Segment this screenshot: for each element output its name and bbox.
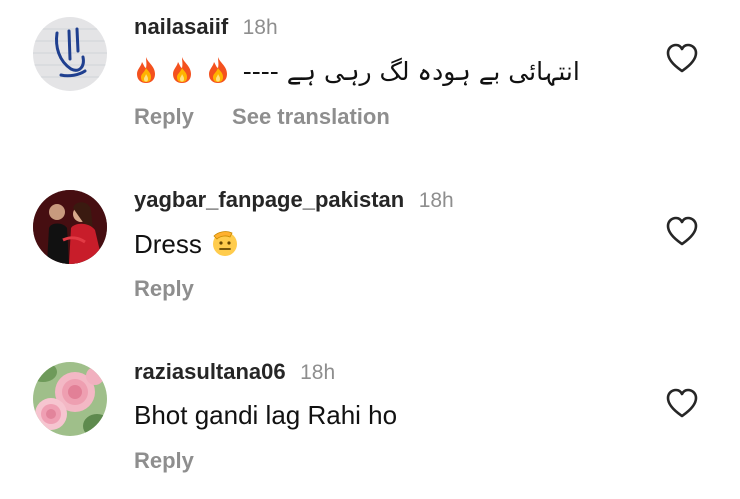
username[interactable]: nailasaiif (134, 14, 228, 39)
comment-actions: Reply See translation (134, 104, 390, 130)
heart-outline-icon[interactable] (665, 215, 699, 247)
comment-text: Bhot gandi lag Rahi ho (134, 400, 397, 431)
comment-header: raziasultana06 18h (134, 359, 335, 385)
flame-emoji-3 (206, 56, 242, 86)
timestamp: 18h (300, 361, 336, 384)
timestamp: 18h (242, 16, 278, 39)
fire-icon (209, 57, 228, 83)
avatar[interactable] (33, 17, 107, 91)
urdu-comment-text: انتہائی بے ہودہ لگ رہی ہے ---- (242, 57, 580, 86)
heart-outline-icon[interactable] (665, 42, 699, 74)
timestamp: 18h (418, 189, 454, 212)
reply-button[interactable]: Reply (134, 448, 194, 473)
fire-icon (173, 57, 192, 83)
username[interactable]: raziasultana06 (134, 359, 286, 384)
saluting-face-icon (212, 231, 237, 256)
comment-item: yagbar_fanpage_pakistan 18h Dress Reply (0, 160, 740, 330)
flame-emoji-2 (170, 56, 206, 86)
comment-header: yagbar_fanpage_pakistan 18h (134, 187, 454, 213)
comment-body: Dress (134, 229, 202, 259)
avatar[interactable] (33, 362, 107, 436)
comment-header: nailasaiif 18h (134, 14, 278, 40)
comment-text: انتہائی بے ہودہ لگ رہی ہے ---- (134, 56, 580, 87)
comment-actions: Reply (134, 276, 194, 302)
username[interactable]: yagbar_fanpage_pakistan (134, 187, 404, 212)
comment-actions: Reply (134, 448, 194, 474)
reply-button[interactable]: Reply (134, 104, 194, 129)
comment-item: nailasaiif 18h انتہائی بے ہودہ لگ رہی ہے… (0, 0, 740, 160)
comment-item: raziasultana06 18h Bhot gandi lag Rahi h… (0, 330, 740, 499)
fire-icon (137, 57, 155, 83)
reply-button[interactable]: Reply (134, 276, 194, 301)
comment-text: Dress (134, 228, 240, 260)
avatar[interactable] (33, 190, 107, 264)
comment-body: Bhot gandi lag Rahi ho (134, 400, 398, 430)
flame-emoji-1 (134, 56, 170, 86)
see-translation-button[interactable]: See translation (232, 104, 390, 129)
heart-outline-icon[interactable] (665, 387, 699, 419)
